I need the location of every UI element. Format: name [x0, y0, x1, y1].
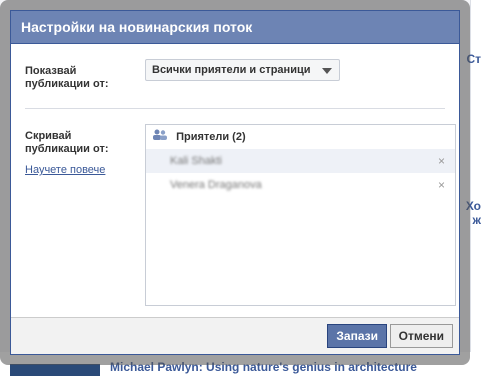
list-item: Venera Draganova × [146, 173, 455, 197]
remove-icon[interactable]: × [438, 173, 445, 197]
video-thumbnail [10, 364, 100, 376]
person-name: Venera Draganova [170, 179, 262, 191]
list-item: Kali Shakti × [146, 149, 455, 173]
show-posts-label: Показвай публикации от: [25, 65, 109, 90]
hidden-people-list: Приятели (2) Kali Shakti × Venera Dragan… [145, 124, 456, 306]
dialog-footer: Запази Отмени [11, 317, 459, 354]
remove-icon[interactable]: × [438, 149, 445, 173]
dialog-panel: Настройки на новинарския поток Показвай … [10, 10, 460, 355]
save-button[interactable]: Запази [327, 324, 387, 348]
list-header: Приятели (2) [146, 125, 455, 149]
section-divider [25, 108, 445, 109]
learn-more-link[interactable]: Научете повече [25, 164, 105, 176]
cancel-button[interactable]: Отмени [389, 324, 453, 348]
show-posts-row: Показвай публикации от: Всички приятели … [25, 59, 445, 109]
news-feed-settings-dialog: Настройки на новинарския поток Показвай … [0, 0, 470, 365]
list-header-label: Приятели (2) [176, 131, 246, 143]
person-name: Kali Shakti [170, 155, 222, 167]
hide-posts-row: Скривай публикации от: Научете повече Пр… [25, 124, 456, 314]
friends-icon [152, 126, 168, 140]
background-snippet: ж [472, 213, 481, 227]
chevron-down-icon [322, 68, 332, 74]
hide-posts-label: Скривай публикации от: [25, 130, 109, 155]
show-posts-selected-value: Всички приятели и страници [152, 64, 311, 76]
dialog-title: Настройки на новинарския поток [11, 11, 459, 44]
show-posts-select[interactable]: Всички приятели и страници [145, 59, 340, 81]
